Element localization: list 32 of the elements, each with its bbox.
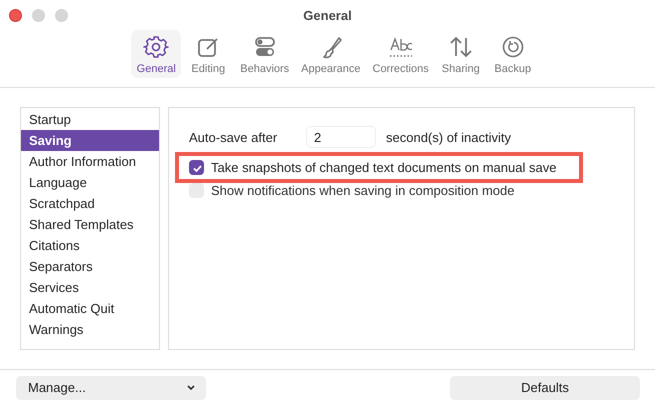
sidebar-item[interactable]: Warnings bbox=[21, 319, 159, 340]
gear-icon bbox=[143, 34, 170, 60]
checkbox-label: Show notifications when saving in composition mode bbox=[211, 183, 515, 198]
manage-dropdown[interactable]: Manage... bbox=[16, 376, 206, 400]
chevron-icon bbox=[186, 384, 196, 392]
arrows-icon bbox=[448, 34, 474, 60]
sidebar-item[interactable]: Automatic Quit bbox=[21, 298, 159, 320]
sidebar-item[interactable]: Citations bbox=[21, 235, 159, 256]
toolbar-tab[interactable]: Appearance bbox=[296, 30, 366, 78]
sidebar-item[interactable]: Startup bbox=[21, 109, 159, 130]
field-label: Auto-save after bbox=[188, 130, 278, 145]
window-title: General bbox=[303, 8, 352, 22]
field-suffix: second(s) of inactivity bbox=[386, 130, 511, 145]
toolbar-tab[interactable]: Sharing bbox=[436, 30, 486, 78]
toolbar-tab[interactable]: Editing bbox=[183, 30, 234, 78]
close-button[interactable] bbox=[9, 9, 22, 22]
defaults-button[interactable]: Defaults bbox=[450, 376, 640, 400]
sidebar-item[interactable]: Author Information bbox=[21, 151, 159, 172]
toolbar-tab[interactable]: Corrections bbox=[368, 30, 434, 78]
sidebar-item[interactable]: Separators bbox=[21, 256, 159, 278]
sidebar-item[interactable]: Language bbox=[21, 172, 159, 194]
restore-icon bbox=[500, 34, 526, 60]
seconds-field[interactable]: 2 bbox=[306, 126, 376, 148]
sidebar-item[interactable]: Saving bbox=[21, 130, 159, 152]
sidebar-item[interactable]: Services bbox=[21, 277, 159, 298]
sidebar-item[interactable]: Shared Templates bbox=[21, 214, 159, 236]
toolbar-tab[interactable]: General bbox=[131, 30, 182, 78]
toolbar-tab[interactable]: Backup bbox=[488, 30, 538, 78]
checkbox[interactable] bbox=[189, 160, 204, 176]
checkbox-label: Take snapshots of changed text documents on manual save bbox=[211, 160, 556, 176]
toolbar-tab[interactable]: Behaviors bbox=[235, 30, 294, 78]
sidebar-item[interactable]: Scratchpad bbox=[21, 193, 159, 214]
